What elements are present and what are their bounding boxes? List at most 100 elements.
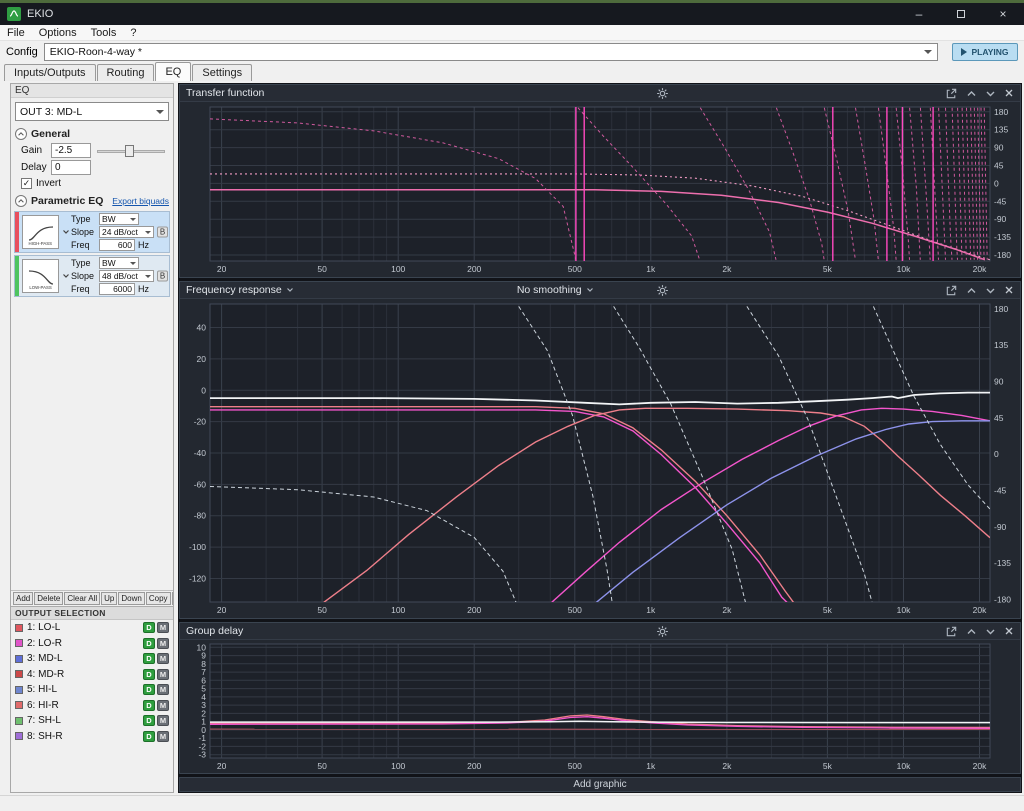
maximize-button[interactable]: [940, 3, 982, 25]
svg-text:180: 180: [994, 304, 1008, 314]
filter-card-1[interactable]: HIGH-PASSTypeBWSlope24 dB/octFreq600HzB: [14, 211, 170, 253]
mute-toggle[interactable]: M: [157, 684, 169, 695]
chevron-down-icon: [145, 275, 151, 281]
gain-slider-thumb[interactable]: [125, 145, 134, 157]
display-toggle[interactable]: D: [143, 715, 155, 726]
tab-eq[interactable]: EQ: [155, 62, 191, 81]
mute-toggle[interactable]: M: [157, 669, 169, 680]
gear-icon[interactable]: [656, 284, 669, 297]
svg-text:5k: 5k: [823, 761, 833, 771]
bypass-badge[interactable]: B: [157, 271, 168, 282]
add-button[interactable]: Add: [13, 592, 33, 605]
chart-transfer-function[interactable]: 20501002005001k2k5k10k20k18013590450-45-…: [180, 102, 1020, 277]
tab-settings[interactable]: Settings: [192, 64, 252, 81]
bypass-badge[interactable]: B: [157, 227, 168, 238]
general-section-header[interactable]: General: [11, 125, 173, 142]
display-toggle[interactable]: D: [143, 700, 155, 711]
output-row-8[interactable]: 8: SH-R DM: [11, 729, 173, 745]
svg-text:90: 90: [994, 377, 1004, 387]
invert-checkbox[interactable]: ✓: [21, 178, 32, 189]
gear-icon[interactable]: [656, 625, 669, 638]
chart-group-delay[interactable]: 20501002005001k2k5k10k20k109876543210-1-…: [180, 640, 1020, 773]
filter-slope-select[interactable]: 48 dB/oct: [99, 270, 154, 282]
chevron-down-icon: [130, 262, 136, 268]
tab-routing[interactable]: Routing: [97, 64, 155, 81]
delay-input[interactable]: 0: [51, 160, 91, 175]
mute-toggle[interactable]: M: [157, 622, 169, 633]
svg-text:-45: -45: [994, 196, 1007, 206]
parametric-section-header[interactable]: Parametric EQ Export biquads: [11, 192, 173, 209]
output-row-5[interactable]: 5: HI-LDM: [11, 682, 173, 698]
mute-toggle[interactable]: M: [157, 700, 169, 711]
mute-toggle[interactable]: M: [157, 653, 169, 664]
chevron-down-icon[interactable]: [61, 256, 71, 296]
up-button[interactable]: Up: [101, 592, 117, 605]
output-row-4[interactable]: 4: MD-RDM: [11, 667, 173, 683]
chart-frequency-response[interactable]: 20501002005001k2k5k10k20k40200-20-40-60-…: [180, 299, 1020, 618]
chevron-down-icon: [924, 50, 932, 58]
config-select[interactable]: EKIO-Roon-4-way *: [44, 43, 938, 61]
minimize-button[interactable]: –: [898, 3, 940, 25]
filter-freq-input[interactable]: 600: [99, 239, 135, 251]
menu-file[interactable]: File: [0, 27, 32, 39]
svg-text:-3: -3: [198, 750, 206, 760]
gear-icon[interactable]: [656, 87, 669, 100]
display-toggle[interactable]: D: [143, 684, 155, 695]
copy-button[interactable]: Copy: [146, 592, 171, 605]
down-button[interactable]: Down: [118, 592, 144, 605]
filter-shape-icon[interactable]: LOW-PASS: [22, 259, 59, 293]
playing-button[interactable]: PLAYING: [952, 43, 1018, 61]
channel-label: 8: SH-R: [27, 731, 63, 742]
close-icon[interactable]: [1004, 88, 1014, 98]
collapse-down-icon[interactable]: [985, 89, 996, 98]
output-row-2[interactable]: 2: LO-RDM: [11, 636, 173, 652]
mute-toggle[interactable]: M: [157, 715, 169, 726]
collapse-down-icon[interactable]: [985, 627, 996, 636]
close-icon[interactable]: [1004, 285, 1014, 295]
export-biquads-link[interactable]: Export biquads: [112, 196, 169, 206]
collapse-up-icon[interactable]: [966, 286, 977, 295]
filter-freq-input[interactable]: 6000: [99, 283, 135, 295]
output-row-6[interactable]: 6: HI-RDM: [11, 698, 173, 714]
collapse-up-icon[interactable]: [966, 627, 977, 636]
display-toggle[interactable]: D: [143, 669, 155, 680]
filter-card-2[interactable]: LOW-PASSTypeBWSlope48 dB/octFreq6000HzB: [14, 255, 170, 297]
filter-slope-select[interactable]: 24 dB/oct: [99, 226, 154, 238]
mute-toggle[interactable]: M: [157, 638, 169, 649]
display-toggle[interactable]: D: [143, 622, 155, 633]
menu-options[interactable]: Options: [32, 27, 84, 39]
tab-inputs-outputs[interactable]: Inputs/Outputs: [4, 64, 96, 81]
mute-toggle[interactable]: M: [157, 731, 169, 742]
filter-shape-icon[interactable]: HIGH-PASS: [22, 215, 59, 249]
channel-label: 1: LO-L: [27, 622, 60, 633]
output-row-1[interactable]: 1: LO-L DM: [11, 620, 173, 636]
panel-transfer-function: Transfer function20501002005001k2k5k10k2…: [179, 84, 1021, 278]
delete-button[interactable]: Delete: [34, 592, 63, 605]
filter-type-select[interactable]: BW: [99, 213, 139, 225]
chevron-down-icon[interactable]: [61, 212, 71, 252]
gain-slider[interactable]: [95, 144, 167, 158]
clear-all-button[interactable]: Clear All: [64, 592, 100, 605]
add-graphic-button[interactable]: Add graphic: [179, 777, 1021, 792]
close-button[interactable]: ×: [982, 3, 1024, 25]
collapse-down-icon[interactable]: [985, 286, 996, 295]
output-row-7[interactable]: 7: SH-LDM: [11, 713, 173, 729]
output-channel-select[interactable]: OUT 3: MD-L: [15, 102, 169, 121]
menu-tools[interactable]: Tools: [84, 27, 124, 39]
smoothing-select[interactable]: No smoothing: [517, 284, 594, 296]
filter-type-select[interactable]: BW: [99, 257, 139, 269]
output-row-3[interactable]: 3: MD-LDM: [11, 651, 173, 667]
display-toggle[interactable]: D: [143, 638, 155, 649]
paste-button[interactable]: Paste: [172, 592, 174, 605]
menu-item[interactable]: ?: [123, 27, 143, 39]
display-toggle[interactable]: D: [143, 731, 155, 742]
export-icon[interactable]: [945, 625, 958, 638]
display-toggle[interactable]: D: [143, 653, 155, 664]
export-icon[interactable]: [945, 284, 958, 297]
close-icon[interactable]: [1004, 626, 1014, 636]
panel-title: Group delay: [186, 625, 455, 637]
panel-title[interactable]: Frequency response: [186, 284, 455, 296]
collapse-up-icon[interactable]: [966, 89, 977, 98]
gain-input[interactable]: -2.5: [51, 143, 91, 158]
export-icon[interactable]: [945, 87, 958, 100]
